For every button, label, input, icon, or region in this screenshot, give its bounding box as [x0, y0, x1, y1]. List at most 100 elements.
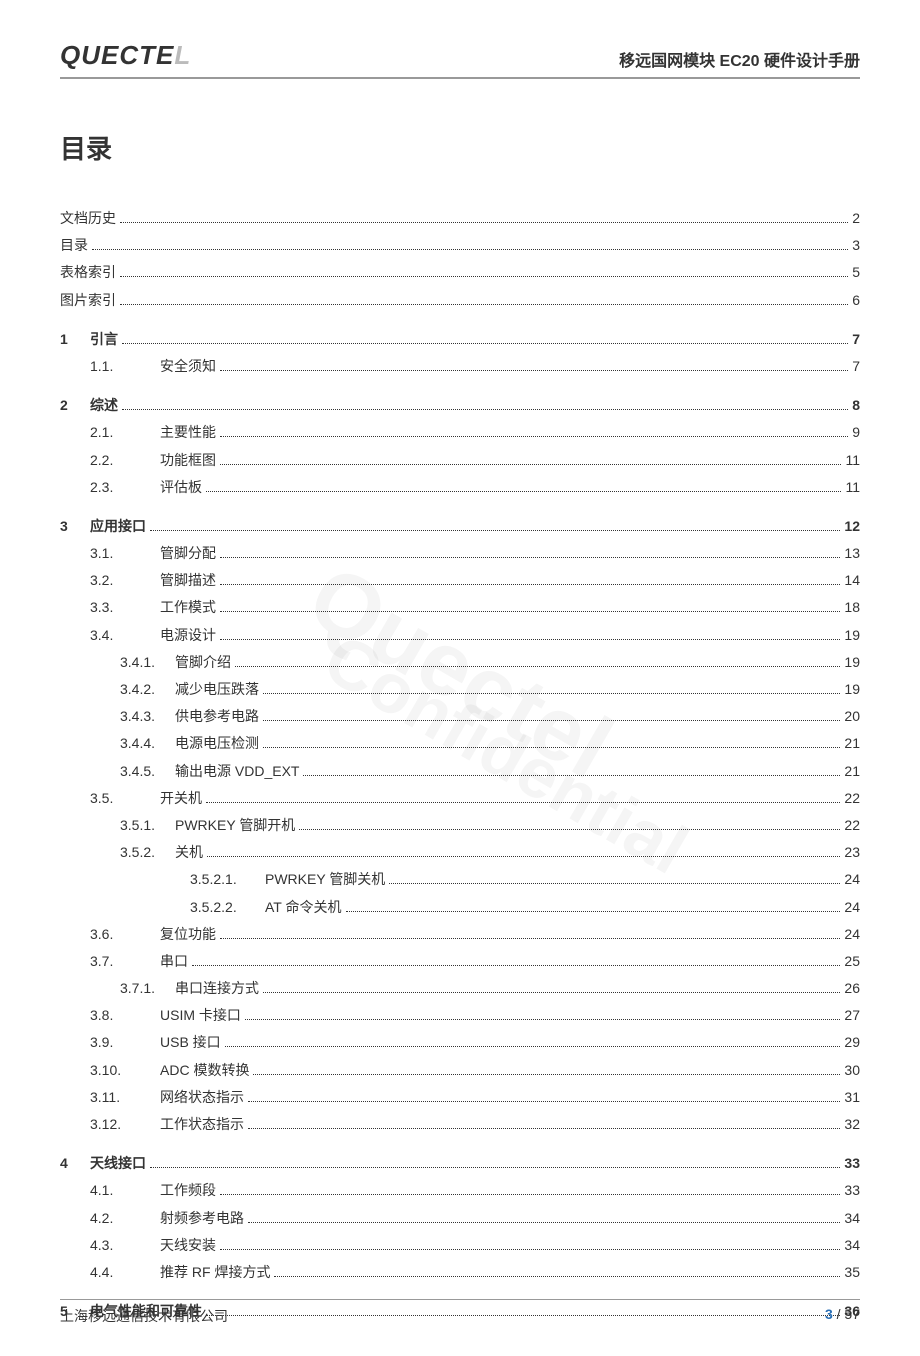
- toc-entry[interactable]: 3.11.网络状态指示31: [60, 1085, 860, 1110]
- toc-entry[interactable]: 3.5.2.关机23: [60, 840, 860, 865]
- toc-page: 34: [844, 1233, 860, 1258]
- toc-entry[interactable]: 2综述8: [60, 393, 860, 418]
- toc-page: 23: [844, 840, 860, 865]
- toc-page: 29: [844, 1030, 860, 1055]
- toc-entry[interactable]: 4.3.天线安装34: [60, 1233, 860, 1258]
- toc-number: 4.3.: [90, 1233, 160, 1258]
- toc-entry[interactable]: 2.2.功能框图11: [60, 448, 860, 473]
- toc-number: 3.4.: [90, 623, 160, 648]
- toc-number: 3.4.3.: [120, 704, 175, 729]
- toc-number: 2.3.: [90, 475, 160, 500]
- toc-number: 3.4.1.: [120, 650, 175, 675]
- toc-number: 3.5.: [90, 786, 160, 811]
- toc-leader-dots: [220, 573, 840, 586]
- toc-leader-dots: [248, 1116, 840, 1129]
- toc-entry[interactable]: 1引言7: [60, 327, 860, 352]
- toc-entry[interactable]: 4.1.工作频段33: [60, 1178, 860, 1203]
- toc-entry[interactable]: 4.2.射频参考电路34: [60, 1206, 860, 1231]
- toc-leader-dots: [220, 600, 840, 613]
- toc-page: 35: [844, 1260, 860, 1285]
- toc-leader-dots: [263, 681, 840, 694]
- toc-leader-dots: [92, 238, 848, 251]
- toc-entry[interactable]: 3.9.USB 接口29: [60, 1030, 860, 1055]
- toc-entry[interactable]: 表格索引5: [60, 260, 860, 285]
- toc-label: 串口连接方式: [175, 976, 259, 1001]
- toc-number: 3.7.1.: [120, 976, 175, 1001]
- toc-entry[interactable]: 3.4.2.减少电压跌落19: [60, 677, 860, 702]
- toc-entry[interactable]: 3.5.2.2.AT 命令关机24: [60, 895, 860, 920]
- toc-page: 7: [852, 327, 860, 352]
- toc-leader-dots: [248, 1089, 840, 1102]
- toc-entry[interactable]: 3.4.电源设计19: [60, 623, 860, 648]
- toc-page: 20: [844, 704, 860, 729]
- toc-page: 33: [844, 1178, 860, 1203]
- toc-entry[interactable]: 目录3: [60, 233, 860, 258]
- toc-page: 22: [844, 786, 860, 811]
- toc-number: 3.3.: [90, 595, 160, 620]
- toc-page: 13: [844, 541, 860, 566]
- page: Quectel Confidential QUECTEL 移远国网模块 EC20…: [0, 0, 920, 1356]
- toc-entry[interactable]: 3.10.ADC 模数转换30: [60, 1058, 860, 1083]
- toc-leader-dots: [303, 763, 840, 776]
- toc-entry[interactable]: 3.1.管脚分配13: [60, 541, 860, 566]
- toc-label: 安全须知: [160, 354, 216, 379]
- toc-leader-dots: [207, 845, 840, 858]
- toc-entry[interactable]: 2.1.主要性能9: [60, 420, 860, 445]
- toc-entry[interactable]: 3.8.USIM 卡接口27: [60, 1003, 860, 1028]
- toc-entry[interactable]: 3.12.工作状态指示32: [60, 1112, 860, 1137]
- toc-page: 25: [844, 949, 860, 974]
- toc-entry[interactable]: 图片索引6: [60, 288, 860, 313]
- toc-entry[interactable]: 3.7.1.串口连接方式26: [60, 976, 860, 1001]
- toc-entry[interactable]: 2.3.评估板11: [60, 475, 860, 500]
- toc-label: PWRKEY 管脚关机: [265, 867, 385, 892]
- toc-label: 输出电源 VDD_EXT: [175, 759, 299, 784]
- toc-entry[interactable]: 1.1.安全须知7: [60, 354, 860, 379]
- toc-entry[interactable]: 3.3.工作模式18: [60, 595, 860, 620]
- toc-label: 工作状态指示: [160, 1112, 244, 1137]
- toc-page: 22: [844, 813, 860, 838]
- toc-entry[interactable]: 3.5.2.1.PWRKEY 管脚关机24: [60, 867, 860, 892]
- page-sep: /: [833, 1306, 845, 1322]
- toc-entry[interactable]: 3.4.3.供电参考电路20: [60, 704, 860, 729]
- toc-label: ADC 模数转换: [160, 1058, 249, 1083]
- toc-page: 31: [844, 1085, 860, 1110]
- toc-leader-dots: [263, 980, 840, 993]
- toc-entry[interactable]: 4.4.推荐 RF 焊接方式35: [60, 1260, 860, 1285]
- toc-number: 4.1.: [90, 1178, 160, 1203]
- toc-leader-dots: [122, 331, 848, 344]
- toc-number: 3.5.2.: [120, 840, 175, 865]
- toc-leader-dots: [235, 654, 840, 667]
- toc-label: USB 接口: [160, 1030, 221, 1055]
- toc-page: 7: [852, 354, 860, 379]
- toc-page: 24: [844, 895, 860, 920]
- toc-page: 8: [852, 393, 860, 418]
- toc-label: PWRKEY 管脚开机: [175, 813, 295, 838]
- toc-label: USIM 卡接口: [160, 1003, 241, 1028]
- toc-entry[interactable]: 3.4.1.管脚介绍19: [60, 650, 860, 675]
- toc-leader-dots: [220, 926, 840, 939]
- toc-number: 3.4.5.: [120, 759, 175, 784]
- toc-entry[interactable]: 3.5.开关机22: [60, 786, 860, 811]
- toc-leader-dots: [220, 1237, 840, 1250]
- toc-entry[interactable]: 文档历史2: [60, 206, 860, 231]
- toc-label: 表格索引: [60, 260, 116, 285]
- toc-label: 图片索引: [60, 288, 116, 313]
- toc-entry[interactable]: 3.2.管脚描述14: [60, 568, 860, 593]
- toc-entry[interactable]: 3应用接口12: [60, 514, 860, 539]
- toc-page: 19: [844, 677, 860, 702]
- toc-number: 3.7.: [90, 949, 160, 974]
- toc-entry[interactable]: 4天线接口33: [60, 1151, 860, 1176]
- toc-entry[interactable]: 3.6.复位功能24: [60, 922, 860, 947]
- toc-leader-dots: [120, 210, 848, 223]
- toc-entry[interactable]: 3.7.串口25: [60, 949, 860, 974]
- toc-leader-dots: [120, 292, 848, 305]
- toc-number: 3.5.2.1.: [190, 867, 265, 892]
- toc-label: 管脚分配: [160, 541, 216, 566]
- toc-number: 2.1.: [90, 420, 160, 445]
- toc-entry[interactable]: 3.5.1.PWRKEY 管脚开机22: [60, 813, 860, 838]
- toc-entry[interactable]: 3.4.5.输出电源 VDD_EXT21: [60, 759, 860, 784]
- toc-page: 24: [844, 922, 860, 947]
- toc-entry[interactable]: 3.4.4.电源电压检测21: [60, 731, 860, 756]
- toc-leader-dots: [389, 872, 840, 885]
- toc-number: 3.5.2.2.: [190, 895, 265, 920]
